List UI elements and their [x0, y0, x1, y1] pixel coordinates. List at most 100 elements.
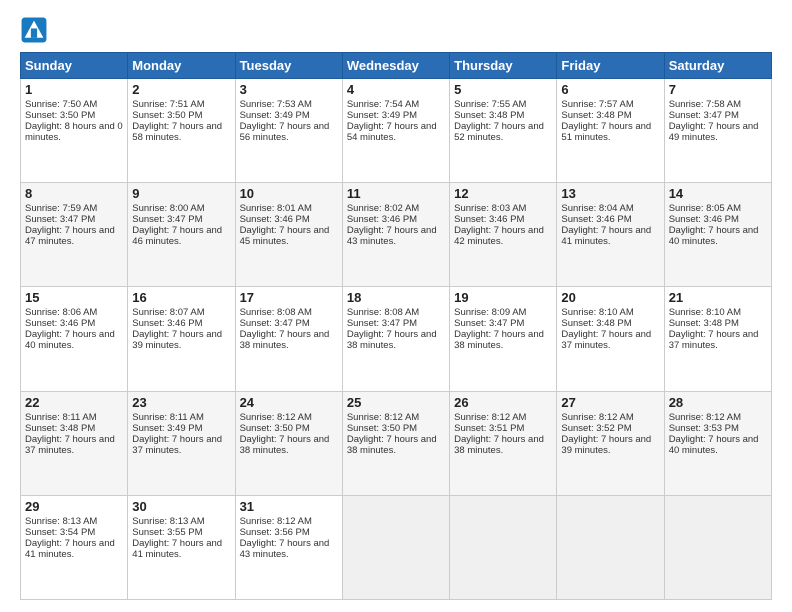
calendar-cell: 16 Sunrise: 8:07 AM Sunset: 3:46 PM Dayl… — [128, 287, 235, 391]
sunrise: Sunrise: 8:09 AM — [454, 307, 526, 318]
calendar-cell: 20 Sunrise: 8:10 AM Sunset: 3:48 PM Dayl… — [557, 287, 664, 391]
daylight: Daylight: 7 hours and 41 minutes. — [132, 538, 222, 560]
day-number: 8 — [25, 186, 123, 201]
calendar-cell: 9 Sunrise: 8:00 AM Sunset: 3:47 PM Dayli… — [128, 183, 235, 287]
daylight: Daylight: 7 hours and 38 minutes. — [240, 434, 330, 456]
calendar-cell: 27 Sunrise: 8:12 AM Sunset: 3:52 PM Dayl… — [557, 391, 664, 495]
daylight: Daylight: 7 hours and 38 minutes. — [240, 329, 330, 351]
weekday-header: Thursday — [450, 53, 557, 79]
sunrise: Sunrise: 7:55 AM — [454, 99, 526, 110]
weekday-header: Tuesday — [235, 53, 342, 79]
daylight: Daylight: 7 hours and 43 minutes. — [347, 225, 437, 247]
day-number: 30 — [132, 499, 230, 514]
sunrise: Sunrise: 7:58 AM — [669, 99, 741, 110]
sunrise: Sunrise: 7:57 AM — [561, 99, 633, 110]
daylight: Daylight: 7 hours and 40 minutes. — [669, 225, 759, 247]
sunset: Sunset: 3:49 PM — [240, 110, 310, 121]
sunset: Sunset: 3:46 PM — [25, 318, 95, 329]
day-number: 15 — [25, 290, 123, 305]
calendar-cell: 26 Sunrise: 8:12 AM Sunset: 3:51 PM Dayl… — [450, 391, 557, 495]
calendar-cell — [664, 495, 771, 599]
daylight: Daylight: 7 hours and 38 minutes. — [454, 434, 544, 456]
sunset: Sunset: 3:48 PM — [561, 318, 631, 329]
calendar-week-row: 8 Sunrise: 7:59 AM Sunset: 3:47 PM Dayli… — [21, 183, 772, 287]
calendar-week-row: 15 Sunrise: 8:06 AM Sunset: 3:46 PM Dayl… — [21, 287, 772, 391]
calendar-cell: 1 Sunrise: 7:50 AM Sunset: 3:50 PM Dayli… — [21, 79, 128, 183]
sunrise: Sunrise: 8:13 AM — [25, 516, 97, 527]
day-number: 12 — [454, 186, 552, 201]
day-number: 24 — [240, 395, 338, 410]
day-number: 28 — [669, 395, 767, 410]
calendar-cell: 22 Sunrise: 8:11 AM Sunset: 3:48 PM Dayl… — [21, 391, 128, 495]
calendar-cell: 21 Sunrise: 8:10 AM Sunset: 3:48 PM Dayl… — [664, 287, 771, 391]
sunrise: Sunrise: 7:59 AM — [25, 203, 97, 214]
day-number: 14 — [669, 186, 767, 201]
sunset: Sunset: 3:48 PM — [25, 423, 95, 434]
sunset: Sunset: 3:46 PM — [240, 214, 310, 225]
daylight: Daylight: 7 hours and 56 minutes. — [240, 121, 330, 143]
calendar-cell: 14 Sunrise: 8:05 AM Sunset: 3:46 PM Dayl… — [664, 183, 771, 287]
sunrise: Sunrise: 8:08 AM — [347, 307, 419, 318]
day-number: 1 — [25, 82, 123, 97]
sunset: Sunset: 3:50 PM — [347, 423, 417, 434]
sunset: Sunset: 3:48 PM — [669, 318, 739, 329]
sunset: Sunset: 3:53 PM — [669, 423, 739, 434]
sunrise: Sunrise: 8:05 AM — [669, 203, 741, 214]
sunrise: Sunrise: 8:06 AM — [25, 307, 97, 318]
day-number: 13 — [561, 186, 659, 201]
calendar-cell: 8 Sunrise: 7:59 AM Sunset: 3:47 PM Dayli… — [21, 183, 128, 287]
calendar-cell: 17 Sunrise: 8:08 AM Sunset: 3:47 PM Dayl… — [235, 287, 342, 391]
sunrise: Sunrise: 8:02 AM — [347, 203, 419, 214]
calendar-cell — [342, 495, 449, 599]
daylight: Daylight: 7 hours and 54 minutes. — [347, 121, 437, 143]
sunset: Sunset: 3:56 PM — [240, 527, 310, 538]
sunset: Sunset: 3:47 PM — [132, 214, 202, 225]
sunrise: Sunrise: 8:04 AM — [561, 203, 633, 214]
sunrise: Sunrise: 8:11 AM — [25, 412, 97, 423]
logo-icon — [20, 16, 48, 44]
daylight: Daylight: 7 hours and 37 minutes. — [669, 329, 759, 351]
day-number: 19 — [454, 290, 552, 305]
daylight: Daylight: 7 hours and 42 minutes. — [454, 225, 544, 247]
calendar-cell: 28 Sunrise: 8:12 AM Sunset: 3:53 PM Dayl… — [664, 391, 771, 495]
sunrise: Sunrise: 8:12 AM — [240, 516, 312, 527]
calendar-cell: 24 Sunrise: 8:12 AM Sunset: 3:50 PM Dayl… — [235, 391, 342, 495]
daylight: Daylight: 8 hours and 0 minutes. — [25, 121, 123, 143]
daylight: Daylight: 7 hours and 38 minutes. — [347, 434, 437, 456]
daylight: Daylight: 7 hours and 45 minutes. — [240, 225, 330, 247]
weekday-header: Saturday — [664, 53, 771, 79]
calendar-cell: 23 Sunrise: 8:11 AM Sunset: 3:49 PM Dayl… — [128, 391, 235, 495]
sunset: Sunset: 3:49 PM — [132, 423, 202, 434]
calendar-cell: 3 Sunrise: 7:53 AM Sunset: 3:49 PM Dayli… — [235, 79, 342, 183]
daylight: Daylight: 7 hours and 39 minutes. — [561, 434, 651, 456]
logo — [20, 16, 52, 44]
sunset: Sunset: 3:50 PM — [132, 110, 202, 121]
sunrise: Sunrise: 8:00 AM — [132, 203, 204, 214]
daylight: Daylight: 7 hours and 39 minutes. — [132, 329, 222, 351]
sunrise: Sunrise: 8:03 AM — [454, 203, 526, 214]
calendar-cell: 15 Sunrise: 8:06 AM Sunset: 3:46 PM Dayl… — [21, 287, 128, 391]
weekday-header: Friday — [557, 53, 664, 79]
daylight: Daylight: 7 hours and 41 minutes. — [561, 225, 651, 247]
calendar-cell: 18 Sunrise: 8:08 AM Sunset: 3:47 PM Dayl… — [342, 287, 449, 391]
calendar-cell: 13 Sunrise: 8:04 AM Sunset: 3:46 PM Dayl… — [557, 183, 664, 287]
weekday-header: Sunday — [21, 53, 128, 79]
calendar-cell: 30 Sunrise: 8:13 AM Sunset: 3:55 PM Dayl… — [128, 495, 235, 599]
day-number: 16 — [132, 290, 230, 305]
calendar-cell: 11 Sunrise: 8:02 AM Sunset: 3:46 PM Dayl… — [342, 183, 449, 287]
weekday-header: Wednesday — [342, 53, 449, 79]
calendar-cell: 7 Sunrise: 7:58 AM Sunset: 3:47 PM Dayli… — [664, 79, 771, 183]
daylight: Daylight: 7 hours and 40 minutes. — [25, 329, 115, 351]
calendar-cell: 5 Sunrise: 7:55 AM Sunset: 3:48 PM Dayli… — [450, 79, 557, 183]
sunset: Sunset: 3:54 PM — [25, 527, 95, 538]
day-number: 10 — [240, 186, 338, 201]
day-number: 31 — [240, 499, 338, 514]
daylight: Daylight: 7 hours and 46 minutes. — [132, 225, 222, 247]
day-number: 3 — [240, 82, 338, 97]
sunrise: Sunrise: 8:12 AM — [561, 412, 633, 423]
sunrise: Sunrise: 8:11 AM — [132, 412, 204, 423]
day-number: 11 — [347, 186, 445, 201]
calendar-cell: 10 Sunrise: 8:01 AM Sunset: 3:46 PM Dayl… — [235, 183, 342, 287]
calendar-week-row: 22 Sunrise: 8:11 AM Sunset: 3:48 PM Dayl… — [21, 391, 772, 495]
calendar-cell — [450, 495, 557, 599]
